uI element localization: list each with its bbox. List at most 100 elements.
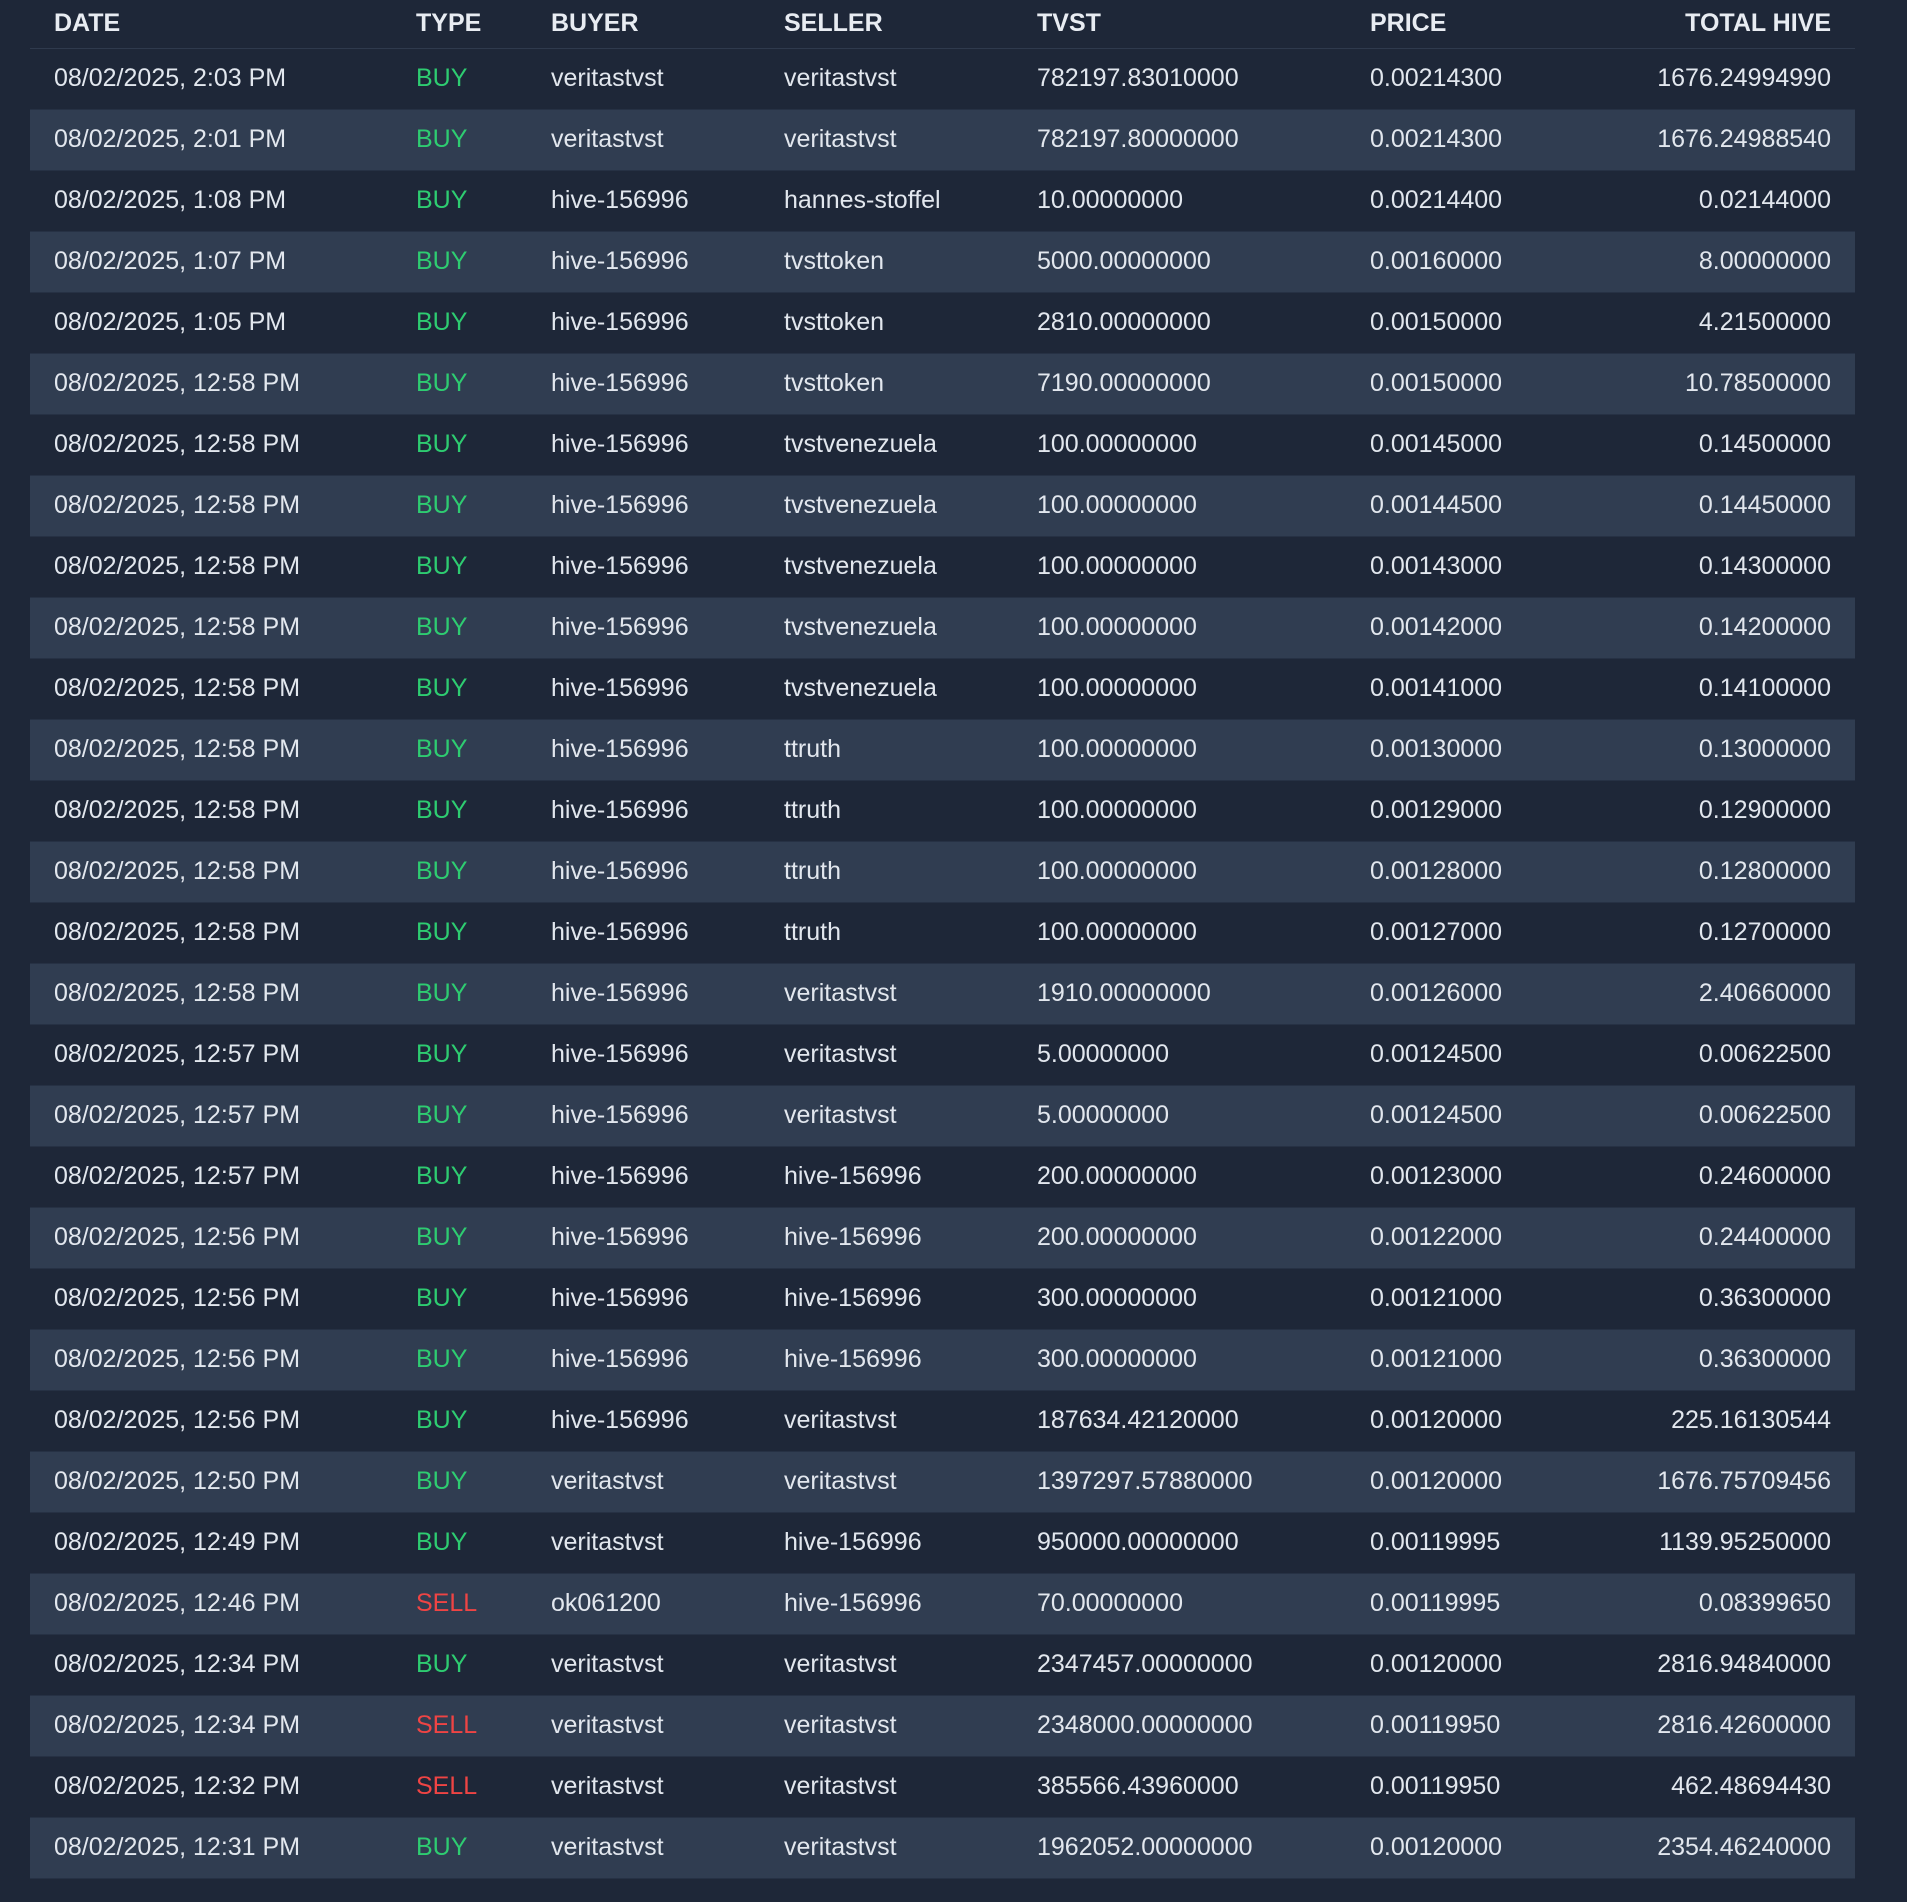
cell-seller[interactable]: veritastvst	[760, 1817, 1013, 1879]
table-row[interactable]: 08/02/2025, 12:32 PM SELL veritastvst verit…	[30, 1756, 1855, 1818]
cell-buyer[interactable]: veritastvst	[527, 1512, 760, 1574]
cell-buyer[interactable]: veritastvst	[527, 48, 760, 110]
column-header-buyer[interactable]: BUYER	[527, 0, 760, 49]
cell-buyer[interactable]: hive-156996	[527, 1146, 760, 1208]
cell-seller[interactable]: veritastvst	[760, 1634, 1013, 1696]
column-header-seller[interactable]: SELLER	[760, 0, 1013, 49]
cell-buyer[interactable]: hive-156996	[527, 353, 760, 415]
table-row[interactable]: 08/02/2025, 12:57 PM BUY hive-156996 hive-1…	[30, 1146, 1855, 1208]
cell-seller[interactable]: tvstvenezuela	[760, 536, 1013, 598]
cell-buyer[interactable]: hive-156996	[527, 1329, 760, 1391]
cell-seller[interactable]: hive-156996	[760, 1268, 1013, 1330]
cell-buyer[interactable]: hive-156996	[527, 475, 760, 537]
table-row[interactable]: 08/02/2025, 12:58 PM BUY hive-156996 tvstve…	[30, 414, 1855, 476]
cell-buyer[interactable]: hive-156996	[527, 231, 760, 293]
cell-seller[interactable]: veritastvst	[760, 1085, 1013, 1147]
cell-buyer[interactable]: hive-156996	[527, 414, 760, 476]
cell-buyer[interactable]: veritastvst	[527, 1756, 760, 1818]
cell-seller[interactable]: veritastvst	[760, 109, 1013, 171]
table-row[interactable]: 08/02/2025, 12:58 PM BUY hive-156996 ttruth…	[30, 780, 1855, 842]
table-row[interactable]: 08/02/2025, 12:56 PM BUY hive-156996 hive-1…	[30, 1207, 1855, 1269]
cell-buyer[interactable]: hive-156996	[527, 1085, 760, 1147]
table-row[interactable]: 08/02/2025, 12:57 PM BUY hive-156996 verita…	[30, 1024, 1855, 1086]
cell-buyer[interactable]: veritastvst	[527, 1817, 760, 1879]
cell-seller[interactable]: hive-156996	[760, 1329, 1013, 1391]
cell-buyer[interactable]: veritastvst	[527, 1695, 760, 1757]
table-row[interactable]: 08/02/2025, 12:46 PM SELL ok061200 hive-156…	[30, 1573, 1855, 1635]
cell-seller[interactable]: hive-156996	[760, 1146, 1013, 1208]
cell-seller[interactable]: tvstvenezuela	[760, 414, 1013, 476]
cell-buyer[interactable]: hive-156996	[527, 597, 760, 659]
cell-seller[interactable]: veritastvst	[760, 48, 1013, 110]
cell-buyer[interactable]: veritastvst	[527, 1451, 760, 1513]
table-row[interactable]: 08/02/2025, 12:58 PM BUY hive-156996 tvstve…	[30, 597, 1855, 659]
cell-price: 0.00121000	[1346, 1268, 1616, 1330]
table-row[interactable]: 08/02/2025, 1:08 PM BUY hive-156996 hannes-…	[30, 170, 1855, 232]
cell-buyer[interactable]: hive-156996	[527, 1268, 760, 1330]
table-row[interactable]: 08/02/2025, 12:58 PM BUY hive-156996 ttruth…	[30, 841, 1855, 903]
table-row[interactable]: 08/02/2025, 2:01 PM BUY veritastvst veritas…	[30, 109, 1855, 171]
cell-seller[interactable]: ttruth	[760, 841, 1013, 903]
table-row[interactable]: 08/02/2025, 12:56 PM BUY hive-156996 hive-1…	[30, 1329, 1855, 1391]
cell-buyer[interactable]: veritastvst	[527, 1634, 760, 1696]
table-row[interactable]: 08/02/2025, 12:58 PM BUY hive-156996 tvstve…	[30, 475, 1855, 537]
cell-buyer[interactable]: hive-156996	[527, 841, 760, 903]
table-row[interactable]: 08/02/2025, 12:56 PM BUY hive-156996 hive-1…	[30, 1268, 1855, 1330]
cell-buyer[interactable]: hive-156996	[527, 1024, 760, 1086]
cell-seller[interactable]: hive-156996	[760, 1573, 1013, 1635]
table-row[interactable]: 08/02/2025, 12:58 PM BUY hive-156996 tvstve…	[30, 658, 1855, 720]
cell-seller[interactable]: tvstvenezuela	[760, 475, 1013, 537]
cell-buyer[interactable]: hive-156996	[527, 170, 760, 232]
cell-seller[interactable]: tvsttoken	[760, 292, 1013, 354]
column-header-tvst[interactable]: TVST	[1013, 0, 1346, 49]
cell-seller[interactable]: veritastvst	[760, 1695, 1013, 1757]
cell-buyer[interactable]: hive-156996	[527, 1207, 760, 1269]
cell-seller[interactable]: veritastvst	[760, 1390, 1013, 1452]
cell-buyer[interactable]: hive-156996	[527, 1390, 760, 1452]
cell-seller[interactable]: veritastvst	[760, 1451, 1013, 1513]
cell-seller[interactable]: tvsttoken	[760, 353, 1013, 415]
cell-buyer[interactable]: veritastvst	[527, 109, 760, 171]
table-row[interactable]: 08/02/2025, 1:07 PM BUY hive-156996 tvsttok…	[30, 231, 1855, 293]
cell-seller[interactable]: veritastvst	[760, 963, 1013, 1025]
cell-buyer[interactable]: hive-156996	[527, 719, 760, 781]
cell-seller[interactable]: ttruth	[760, 719, 1013, 781]
table-row[interactable]: 08/02/2025, 12:34 PM SELL veritastvst verit…	[30, 1695, 1855, 1757]
cell-buyer[interactable]: hive-156996	[527, 536, 760, 598]
cell-tvst: 5.00000000	[1013, 1085, 1346, 1147]
table-row[interactable]: 08/02/2025, 12:57 PM BUY hive-156996 verita…	[30, 1085, 1855, 1147]
cell-buyer[interactable]: hive-156996	[527, 963, 760, 1025]
table-row[interactable]: 08/02/2025, 12:58 PM BUY hive-156996 ttruth…	[30, 719, 1855, 781]
table-row[interactable]: 08/02/2025, 1:05 PM BUY hive-156996 tvsttok…	[30, 292, 1855, 354]
cell-seller[interactable]: ttruth	[760, 902, 1013, 964]
table-row[interactable]: 08/02/2025, 12:49 PM BUY veritastvst hive-1…	[30, 1512, 1855, 1574]
table-row[interactable]: 08/02/2025, 12:56 PM BUY hive-156996 verita…	[30, 1390, 1855, 1452]
column-header-type[interactable]: TYPE	[392, 0, 527, 49]
cell-buyer[interactable]: ok061200	[527, 1573, 760, 1635]
cell-seller[interactable]: veritastvst	[760, 1024, 1013, 1086]
cell-seller[interactable]: hive-156996	[760, 1512, 1013, 1574]
column-header-total-hive[interactable]: TOTAL HIVE	[1616, 0, 1855, 49]
table-row[interactable]: 08/02/2025, 2:03 PM BUY veritastvst veritas…	[30, 48, 1855, 110]
cell-buyer[interactable]: hive-156996	[527, 658, 760, 720]
cell-buyer[interactable]: hive-156996	[527, 780, 760, 842]
cell-buyer[interactable]: hive-156996	[527, 292, 760, 354]
cell-seller[interactable]: hannes-stoffel	[760, 170, 1013, 232]
table-row[interactable]: 08/02/2025, 12:50 PM BUY veritastvst verita…	[30, 1451, 1855, 1513]
column-header-price[interactable]: PRICE	[1346, 0, 1616, 49]
cell-seller[interactable]: tvstvenezuela	[760, 597, 1013, 659]
table-row[interactable]: 08/02/2025, 12:58 PM BUY hive-156996 verita…	[30, 963, 1855, 1025]
cell-seller[interactable]: tvstvenezuela	[760, 658, 1013, 720]
table-row[interactable]: 08/02/2025, 12:34 PM BUY veritastvst verita…	[30, 1634, 1855, 1696]
table-row[interactable]: 08/02/2025, 12:58 PM BUY hive-156996 tvstve…	[30, 536, 1855, 598]
cell-seller[interactable]: tvsttoken	[760, 231, 1013, 293]
table-row[interactable]: 08/02/2025, 12:31 PM BUY veritastvst verita…	[30, 1817, 1855, 1879]
column-header-date[interactable]: DATE	[30, 0, 392, 49]
cell-seller[interactable]: veritastvst	[760, 1756, 1013, 1818]
cell-seller[interactable]: hive-156996	[760, 1207, 1013, 1269]
cell-buyer[interactable]: hive-156996	[527, 902, 760, 964]
cell-seller[interactable]: ttruth	[760, 780, 1013, 842]
table-row[interactable]: 08/02/2025, 12:58 PM BUY hive-156996 tvstto…	[30, 353, 1855, 415]
cell-type: BUY	[392, 719, 527, 781]
table-row[interactable]: 08/02/2025, 12:58 PM BUY hive-156996 ttruth…	[30, 902, 1855, 964]
